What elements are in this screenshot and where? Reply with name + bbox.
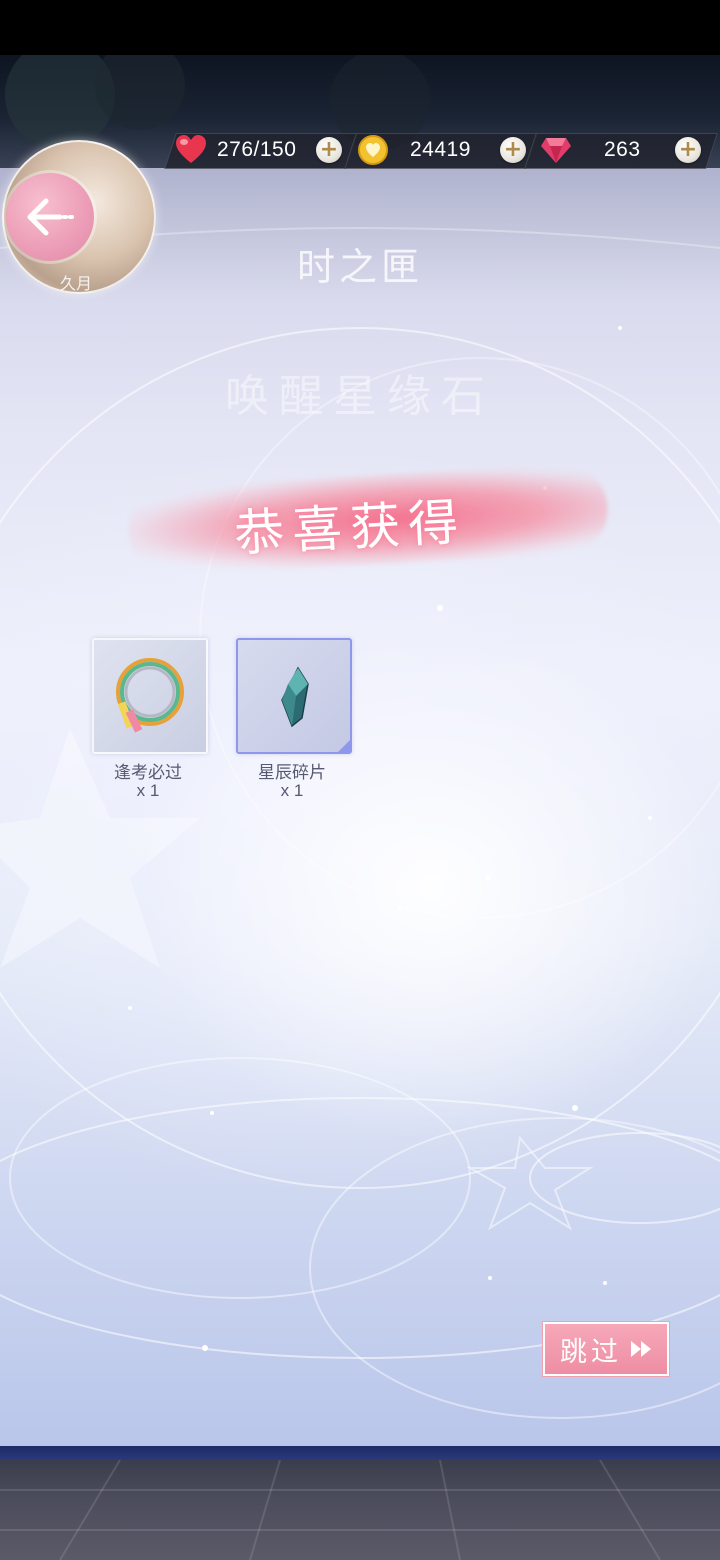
add-stamina-button[interactable]: +	[316, 137, 342, 163]
gem-display: 263 +	[540, 133, 710, 167]
rainbow-ring-icon	[116, 658, 184, 733]
back-arrow-icon	[27, 198, 74, 236]
skip-button[interactable]: 跳过	[543, 1322, 669, 1376]
corner-mark-icon	[337, 739, 351, 753]
status-bar	[0, 0, 720, 55]
stamina-display: 276/150 +	[175, 133, 345, 167]
reward-item-name: 星辰碎片	[258, 763, 326, 783]
reward-item-card[interactable]	[92, 638, 208, 754]
reward-item-qty: x 1	[280, 781, 304, 800]
heart-icon	[176, 135, 206, 163]
stamina-value: 276/150	[217, 138, 297, 161]
diamond-icon	[541, 138, 571, 163]
skip-label: 跳过	[560, 1336, 622, 1368]
coin-icon	[358, 135, 388, 165]
add-gems-button[interactable]: +	[675, 137, 701, 163]
page-title: 时之匣	[296, 245, 423, 289]
reward-item-name: 逢考必过	[114, 763, 182, 783]
star-crystal-icon	[281, 666, 309, 728]
reward-item-qty: x 1	[136, 781, 160, 800]
bottom-frame	[0, 1446, 720, 1460]
coin-display: 24419 +	[358, 133, 528, 167]
gem-value: 263	[604, 138, 641, 161]
background-subtitle: 唤醒星缘石	[225, 371, 495, 422]
add-coins-button[interactable]: +	[500, 137, 526, 163]
floor-tiles	[0, 1460, 720, 1560]
coin-value: 24419	[410, 138, 471, 161]
fast-forward-icon	[631, 1341, 651, 1357]
reward-item-card[interactable]	[236, 638, 352, 754]
